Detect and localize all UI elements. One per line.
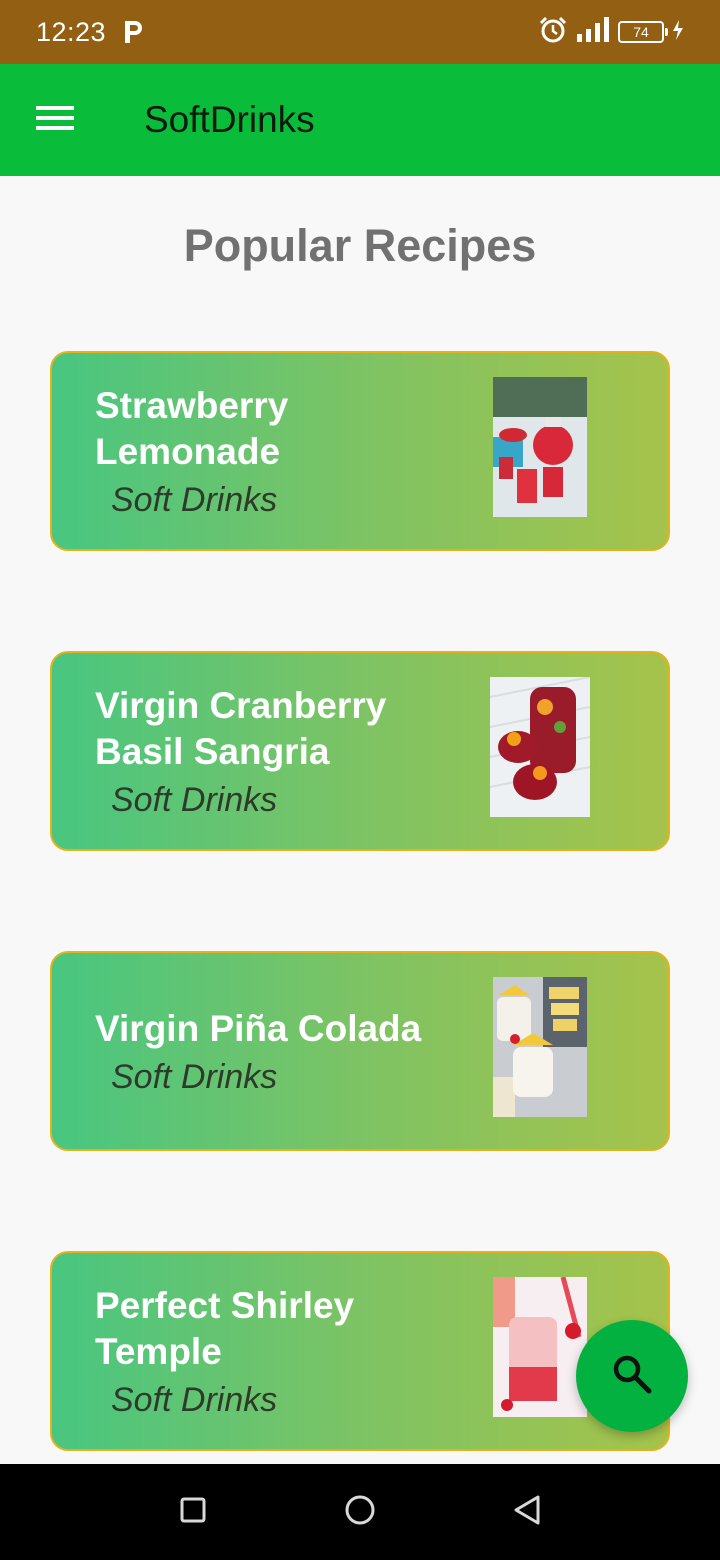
recents-button[interactable] [163, 1482, 223, 1542]
search-icon [611, 1353, 653, 1400]
signal-icon [576, 16, 610, 48]
system-nav-bar [0, 1464, 720, 1560]
recipe-title-line2: Basil Sangria [95, 730, 330, 772]
charging-icon [672, 19, 684, 45]
triangle-back-icon [512, 1494, 542, 1531]
recipe-image [490, 677, 590, 817]
recipe-title-line1: Virgin Piña Colada [95, 1007, 422, 1049]
parking-app-icon [122, 19, 144, 45]
recipe-category: Soft Drinks [111, 1057, 278, 1096]
recipe-title: Virgin Cranberry Basil Sangria [95, 683, 455, 775]
search-button[interactable] [576, 1320, 688, 1432]
page-title: Popular Recipes [183, 220, 537, 271]
battery-level: 74 [633, 24, 649, 40]
recipe-card-virgin-pina-colada[interactable]: Virgin Piña Colada Soft Drinks [50, 951, 670, 1151]
recipe-card-perfect-shirley-temple[interactable]: Perfect Shirley Temple Soft Drinks [50, 1251, 670, 1451]
hamburger-menu-icon [36, 104, 76, 137]
menu-button[interactable] [0, 64, 112, 176]
square-icon [180, 1497, 206, 1528]
recipe-category: Soft Drinks [111, 480, 278, 519]
recipe-image [493, 1277, 587, 1417]
recipe-title-line2: Temple [95, 1330, 222, 1372]
app-bar: SoftDrinks [0, 64, 720, 176]
recipe-title: Strawberry Lemonade [95, 383, 455, 475]
recipe-image [493, 977, 587, 1117]
recipe-card-virgin-cranberry-basil-sangria[interactable]: Virgin Cranberry Basil Sangria Soft Drin… [50, 651, 670, 851]
recipe-card-strawberry-lemonade[interactable]: Strawberry Lemonade Soft Drinks [50, 351, 670, 551]
recipe-image [493, 377, 587, 517]
recipe-title: Virgin Piña Colada [95, 1006, 455, 1052]
app-title: SoftDrinks [144, 99, 315, 140]
recipe-title-line1: Perfect Shirley [95, 1284, 355, 1326]
recipe-title-line1: Strawberry [95, 384, 289, 426]
recipe-title-line1: Virgin Cranberry [95, 684, 387, 726]
recipe-title-line2: Lemonade [95, 430, 281, 472]
alarm-icon [538, 15, 568, 50]
home-button[interactable] [330, 1482, 390, 1542]
circle-icon [344, 1494, 376, 1531]
back-button[interactable] [497, 1482, 557, 1542]
battery-indicator: 74 [618, 21, 668, 43]
recipe-category: Soft Drinks [111, 780, 278, 819]
recipe-title: Perfect Shirley Temple [95, 1283, 455, 1375]
status-time: 12:23 [36, 16, 107, 47]
status-bar: 12:23 74 [0, 0, 720, 64]
recipe-category: Soft Drinks [111, 1380, 278, 1419]
